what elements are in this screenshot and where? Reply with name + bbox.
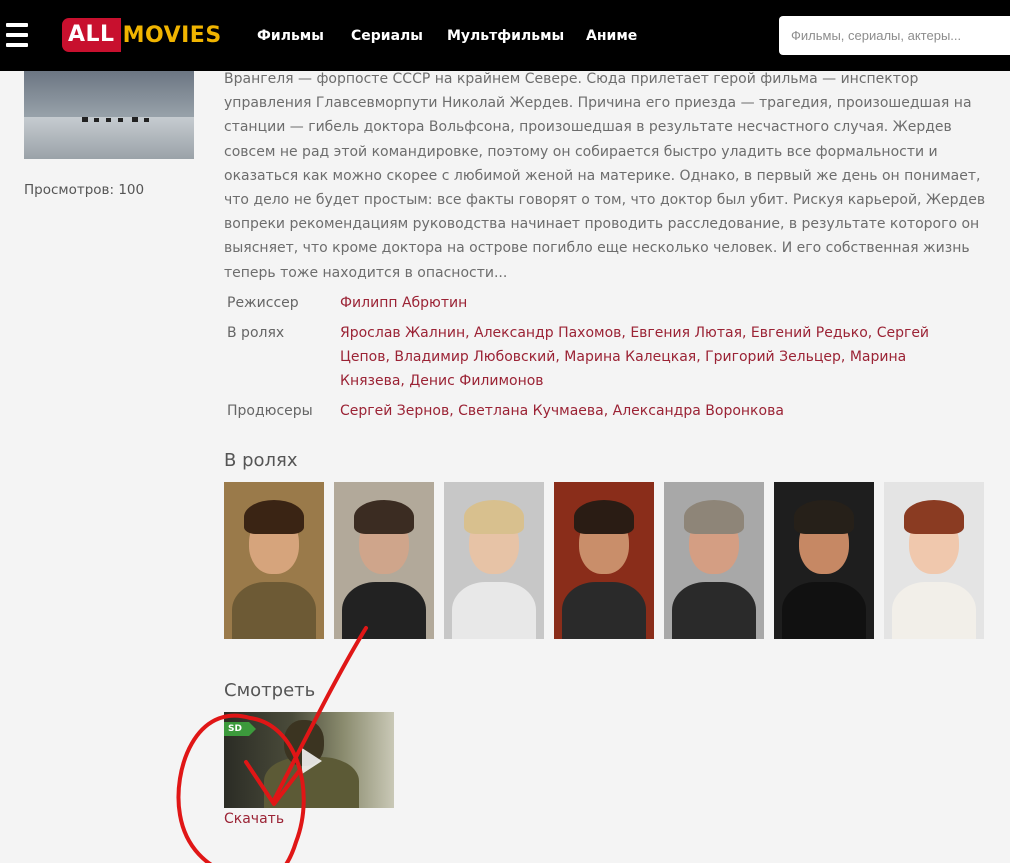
video-thumbnail[interactable]: SD [224, 712, 394, 808]
person-link[interactable]: Евгения Лютая [630, 325, 742, 341]
quality-badge: SD [224, 722, 256, 736]
cast-photo[interactable] [444, 482, 544, 639]
credit-label: Продюсеры [227, 403, 313, 419]
person-link[interactable]: Ярослав Жалнин [340, 325, 465, 341]
search-input[interactable] [779, 16, 1010, 55]
nav-item-films[interactable]: Фильмы [257, 0, 324, 71]
credit-row-director: Режиссер Филипп Абрютин [227, 291, 997, 315]
nav-link-series[interactable]: Сериалы [351, 28, 423, 44]
person-link[interactable]: Денис Филимонов [409, 373, 543, 389]
download-link[interactable]: Скачать [224, 811, 284, 827]
person-link[interactable]: Владимир Любовский [394, 349, 555, 365]
nav-item-cartoons[interactable]: Мультфильмы [447, 0, 564, 71]
person-link[interactable]: Александра Воронкова [613, 403, 784, 419]
cast-photo[interactable] [334, 482, 434, 639]
cast-photo[interactable] [554, 482, 654, 639]
credit-row-producers: Продюсеры Сергей Зернов, Светлана Кучмае… [227, 399, 997, 423]
views-count: Просмотров: 100 [24, 182, 145, 198]
top-bar: ALL MOVIES Фильмы Сериалы Мультфильмы Ан… [0, 0, 1010, 71]
person-link[interactable]: Филипп Абрютин [340, 295, 467, 311]
person-link[interactable]: Сергей Зернов [340, 403, 449, 419]
site-logo[interactable]: ALL MOVIES [62, 18, 222, 52]
movie-poster [24, 71, 194, 159]
cast-photo[interactable] [664, 482, 764, 639]
poster-sled-dogs [82, 117, 149, 122]
person-link[interactable]: Светлана Кучмаева [458, 403, 604, 419]
nav-item-anime[interactable]: Аниме [586, 0, 637, 71]
logo-all: ALL [62, 18, 121, 52]
cast-photo[interactable] [224, 482, 324, 639]
nav-link-films[interactable]: Фильмы [257, 28, 324, 44]
cast-section-title: В ролях [224, 450, 298, 471]
cast-photo[interactable] [774, 482, 874, 639]
cast-photos [224, 482, 994, 639]
poster-snow [24, 117, 194, 159]
logo-movies: MOVIES [122, 22, 222, 48]
nav-link-anime[interactable]: Аниме [586, 28, 637, 44]
nav-link-cartoons[interactable]: Мультфильмы [447, 28, 564, 44]
credit-values: Сергей Зернов, Светлана Кучмаева, Алекса… [340, 403, 784, 419]
credit-label: В ролях [227, 325, 285, 341]
cast-photo[interactable] [884, 482, 984, 639]
credit-row-cast: В ролях Ярослав Жалнин, Александр Пахомо… [227, 321, 997, 393]
credits-table: Режиссер Филипп Абрютин В ролях Ярослав … [227, 291, 997, 429]
menu-icon[interactable] [6, 23, 28, 47]
movie-description: Врангеля — форпосте СССР на крайнем Севе… [224, 71, 986, 281]
person-link[interactable]: Евгений Редько [751, 325, 868, 341]
watch-section-title: Смотреть [224, 680, 316, 701]
credit-label: Режиссер [227, 295, 299, 311]
nav-item-series[interactable]: Сериалы [351, 0, 423, 71]
person-link[interactable]: Марина Калецкая [564, 349, 696, 365]
credit-values: Ярослав Жалнин, Александр Пахомов, Евген… [340, 325, 930, 389]
play-icon[interactable] [302, 748, 322, 774]
person-link[interactable]: Григорий Зельцер [705, 349, 841, 365]
person-link[interactable]: Александр Пахомов [474, 325, 621, 341]
credit-values: Филипп Абрютин [340, 291, 940, 315]
